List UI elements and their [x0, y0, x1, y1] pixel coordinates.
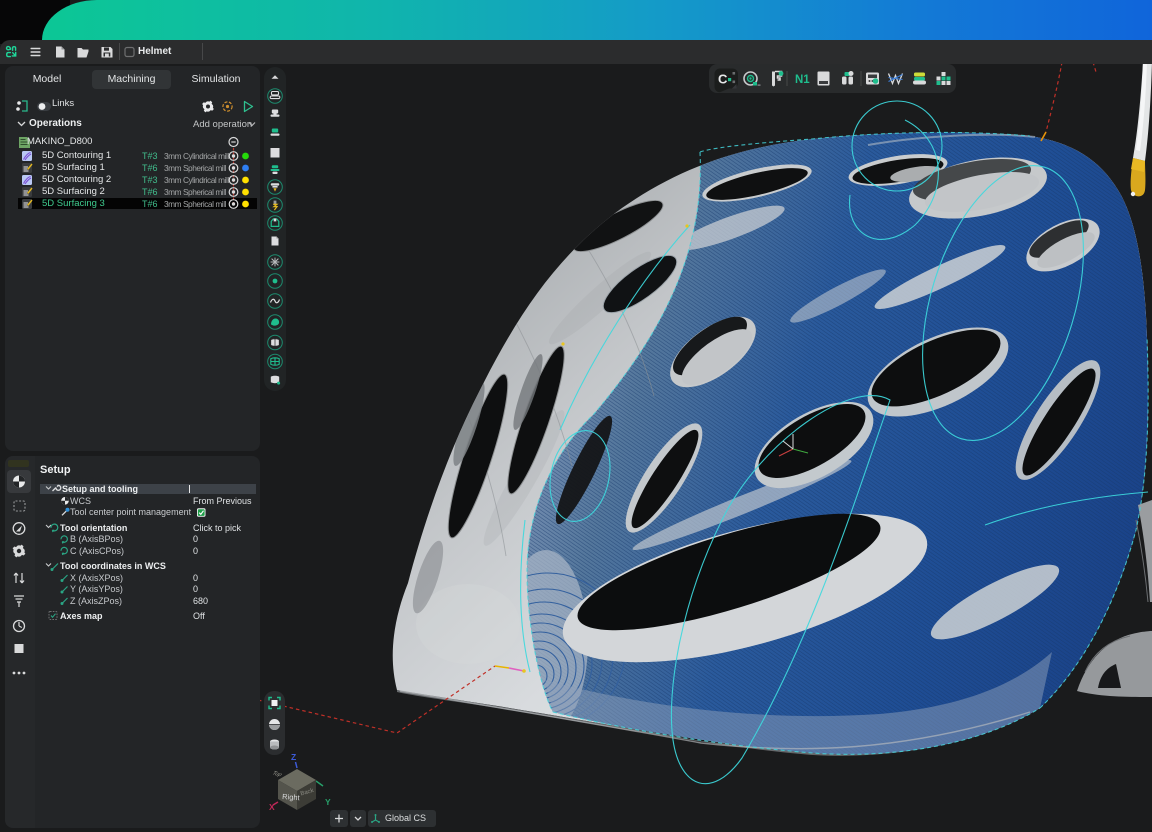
svg-text:Right: Right	[282, 792, 301, 802]
svg-text:Y: Y	[325, 797, 331, 807]
svg-text:C: C	[718, 72, 728, 87]
svg-text:N1: N1	[795, 74, 810, 86]
svg-text:Top: Top	[270, 771, 283, 778]
svg-text:Z: Z	[291, 752, 296, 762]
svg-text:X: X	[269, 802, 275, 812]
